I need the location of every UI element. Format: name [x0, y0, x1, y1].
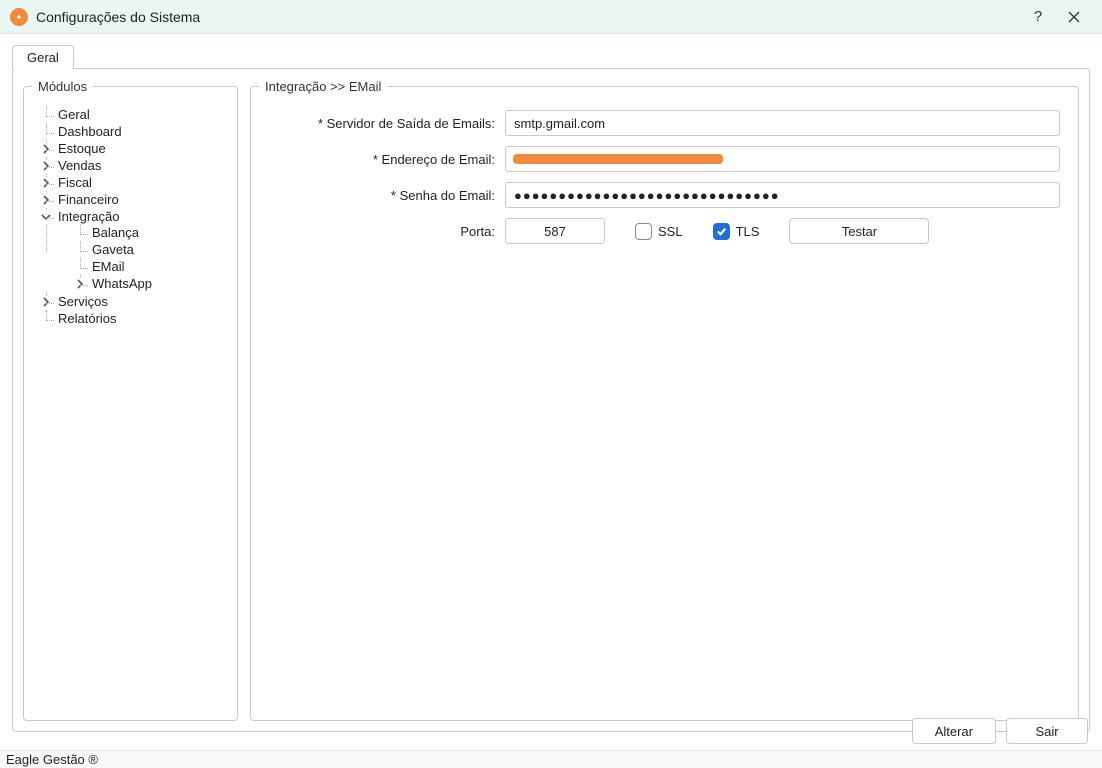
tab-strip: Geral: [12, 42, 1090, 68]
tab-panel: Módulos Geral Dashboard Estoque Vendas F…: [12, 68, 1090, 732]
email-form: * Servidor de Saída de Emails: * Endereç…: [259, 102, 1070, 244]
window-title: Configurações do Sistema: [36, 9, 1020, 25]
tree-item-financeiro[interactable]: Financeiro: [38, 191, 229, 208]
main-legend: Integração >> EMail: [259, 79, 387, 94]
password-label: * Senha do Email:: [259, 188, 505, 203]
title-bar: Configurações do Sistema ?: [0, 0, 1102, 34]
tree-item-vendas[interactable]: Vendas: [38, 157, 229, 174]
main-fieldset: Integração >> EMail * Servidor de Saída …: [250, 79, 1079, 721]
alterar-button[interactable]: Alterar: [912, 718, 996, 744]
chevron-down-icon[interactable]: [40, 211, 52, 223]
tree-item-email[interactable]: EMail: [72, 258, 229, 275]
tree-item-relatorios[interactable]: Relatórios: [38, 310, 229, 327]
close-icon: [1067, 10, 1081, 24]
modules-legend: Módulos: [32, 79, 93, 94]
tree-item-integracao[interactable]: Integração Balança Gaveta EMail WhatsApp: [38, 208, 229, 293]
tree-item-estoque[interactable]: Estoque: [38, 140, 229, 157]
chevron-right-icon[interactable]: [40, 194, 52, 206]
email-label: * Endereço de Email:: [259, 152, 505, 167]
chevron-right-icon[interactable]: [74, 278, 86, 290]
port-input[interactable]: [505, 218, 605, 244]
status-text: Eagle Gestão ®: [6, 752, 98, 767]
modules-tree: Geral Dashboard Estoque Vendas Fiscal Fi…: [32, 106, 229, 327]
tree-item-balanca[interactable]: Balança: [72, 224, 229, 241]
check-icon: [716, 226, 727, 237]
modules-fieldset: Módulos Geral Dashboard Estoque Vendas F…: [23, 79, 238, 721]
close-button[interactable]: [1056, 3, 1092, 31]
window-body: Geral Módulos Geral Dashboard Estoque Ve…: [0, 34, 1102, 750]
chevron-right-icon[interactable]: [40, 296, 52, 308]
tree-item-geral[interactable]: Geral: [38, 106, 229, 123]
tree-item-fiscal[interactable]: Fiscal: [38, 174, 229, 191]
help-button[interactable]: ?: [1020, 3, 1056, 31]
tree-item-whatsapp[interactable]: WhatsApp: [72, 275, 229, 292]
chevron-right-icon[interactable]: [40, 143, 52, 155]
test-button[interactable]: Testar: [789, 218, 929, 244]
tree-item-dashboard[interactable]: Dashboard: [38, 123, 229, 140]
tab-general[interactable]: Geral: [12, 45, 74, 69]
status-bar: Eagle Gestão ®: [0, 750, 1102, 768]
password-input[interactable]: [505, 182, 1060, 208]
smtp-input[interactable]: [505, 110, 1060, 136]
chevron-right-icon[interactable]: [40, 160, 52, 172]
tls-checkbox[interactable]: TLS: [713, 223, 760, 240]
app-icon: [10, 8, 28, 26]
ssl-checkbox[interactable]: SSL: [635, 223, 683, 240]
chevron-right-icon[interactable]: [40, 177, 52, 189]
tls-checkbox-label: TLS: [736, 224, 760, 239]
ssl-checkbox-label: SSL: [658, 224, 683, 239]
smtp-label: * Servidor de Saída de Emails:: [259, 116, 505, 131]
tree-item-gaveta[interactable]: Gaveta: [72, 241, 229, 258]
sair-button[interactable]: Sair: [1006, 718, 1088, 744]
email-input[interactable]: [505, 146, 1060, 172]
port-label: Porta:: [259, 224, 505, 239]
footer-buttons: Alterar Sair: [912, 718, 1088, 744]
tree-item-servicos[interactable]: Serviços: [38, 293, 229, 310]
